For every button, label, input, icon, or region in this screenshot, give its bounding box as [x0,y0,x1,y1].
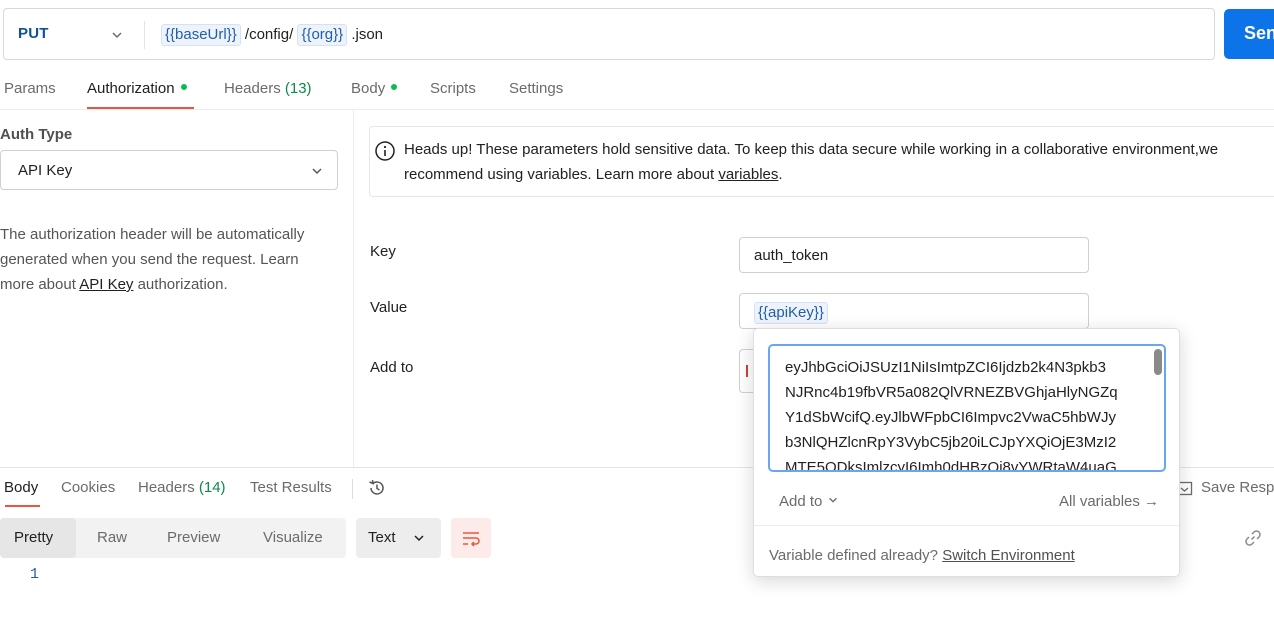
api-key-link[interactable]: API Key [79,276,133,293]
status-dot [180,84,187,91]
response-tab-body[interactable]: Body [4,479,38,496]
url-input[interactable]: {{baseUrl}} /config/ {{org}} .json [161,24,383,46]
url-variable-org[interactable]: {{org}} [297,24,348,46]
response-format-value: Text [368,529,396,546]
variable-popover: eyJhbGciOiJSUzI1NiIsImtpZCI6Ijdzb2k4N3pk… [753,328,1180,577]
url-path: /config/ [240,26,298,43]
popover-divider [754,525,1179,526]
tab-authorization[interactable]: Authorization [87,80,187,97]
link-icon[interactable] [1243,528,1263,548]
token-line: NJRnc4b19fbVR5a082QlVRNEZBVGhjaHlyNGZq [785,384,1118,401]
add-to-label: Add to [370,359,414,376]
url-variable-baseurl[interactable]: {{baseUrl}} [161,24,241,46]
chevron-down-icon [312,168,322,175]
response-headers-label: Headers [138,479,195,496]
banner-period: . [778,166,783,183]
token-line: eyJhbGciOiJSUzI1NiIsImtpZCI6Ijdzb2k4N3pk… [785,359,1106,376]
response-tabs-separator [352,479,353,499]
wrap-lines-icon [463,532,480,547]
panel-divider [353,110,354,467]
all-variables-link[interactable]: All variables → [1059,493,1159,510]
popover-add-to-dropdown[interactable]: Add to [779,493,839,510]
headers-count: (13) [284,80,312,97]
chevron-down-icon [828,497,837,503]
value-label: Value [370,299,408,316]
view-preview[interactable]: Preview [167,529,220,546]
wrap-lines-button[interactable] [451,518,491,558]
save-response-button[interactable]: Save Resp [1201,479,1274,496]
history-icon[interactable] [367,478,387,498]
value-input[interactable]: {{apiKey}} [739,293,1089,329]
auth-type-label: Auth Type [0,126,73,143]
token-text: eyJhbGciOiJSUzI1NiIsImtpZCI6Ijdzb2k4N3pk… [785,355,1145,472]
response-tab-cookies[interactable]: Cookies [61,479,115,496]
response-headers-count: (14) [198,479,226,496]
popover-add-to-label: Add to [779,493,823,510]
view-raw[interactable]: Raw [97,529,127,546]
key-value: auth_token [754,247,829,264]
popover-footer: Variable defined already? Switch Environ… [769,547,1075,564]
url-divider [144,21,145,49]
tab-scripts[interactable]: Scripts [430,80,476,97]
popover-footer-text: Variable defined already? [769,547,943,564]
value-variable-apikey[interactable]: {{apiKey}} [754,302,828,324]
response-tab-headers[interactable]: Headers (14) [138,479,226,496]
response-format-select[interactable]: Text [356,518,441,558]
banner-message: Heads up! These parameters hold sensitiv… [404,141,1219,183]
send-button[interactable]: Send [1224,9,1274,59]
tab-settings[interactable]: Settings [509,80,563,97]
status-dot [391,84,398,91]
url-suffix: .json [347,26,384,43]
variables-link[interactable]: variables [718,166,778,183]
variable-value-textarea[interactable]: eyJhbGciOiJSUzI1NiIsImtpZCI6Ijdzb2k4N3pk… [768,344,1166,472]
switch-environment-link[interactable]: Switch Environment [942,547,1075,564]
tab-headers-label: Headers [224,80,281,97]
token-line: b3NlQHZlcnRpY3VybC5jb20iLCJpYXQiOjE3MzI2 [785,434,1117,451]
request-tabs: Params Authorization Headers (13) Body S… [0,76,1274,110]
url-bar: PUT {{baseUrl}} /config/ {{org}} .json [3,8,1215,60]
chevron-down-icon [414,535,424,542]
tab-body[interactable]: Body [351,80,398,97]
tabs-divider [0,109,1274,110]
textarea-scrollbar[interactable] [1154,349,1162,375]
tab-body-label: Body [351,80,386,97]
auth-description: The authorization header will be automat… [0,222,335,297]
token-line: Y1dSbWcifQ.eyJlbWFpbCI6Impvc2VwaC5hbWJy [785,409,1116,426]
view-visualize[interactable]: Visualize [263,529,323,546]
chevron-down-icon[interactable] [110,28,124,42]
line-number: 1 [30,566,40,583]
view-pretty[interactable]: Pretty [14,529,53,546]
method-select[interactable]: PUT [18,25,49,42]
banner-text: Heads up! These parameters hold sensitiv… [404,137,1274,187]
sensitive-data-banner: Heads up! These parameters hold sensitiv… [369,126,1274,197]
response-tab-test-results[interactable]: Test Results [250,479,332,496]
key-input[interactable]: auth_token [739,237,1089,273]
add-to-marker [746,365,748,377]
auth-type-select[interactable]: API Key [0,150,338,190]
auth-description-end: authorization. [133,276,228,293]
auth-type-value: API Key [18,162,73,179]
active-response-tab-indicator [5,505,40,507]
response-view-toggle: Pretty Raw Preview Visualize [0,518,346,558]
token-line: MTE5ODksImlzcyI6Imh0dHBzOi8vYWRtaW4uaG [785,459,1117,472]
tab-params[interactable]: Params [4,80,56,97]
tab-headers[interactable]: Headers (13) [224,80,312,97]
key-label: Key [370,243,396,260]
info-icon [375,141,395,161]
tab-authorization-label: Authorization [87,80,175,97]
